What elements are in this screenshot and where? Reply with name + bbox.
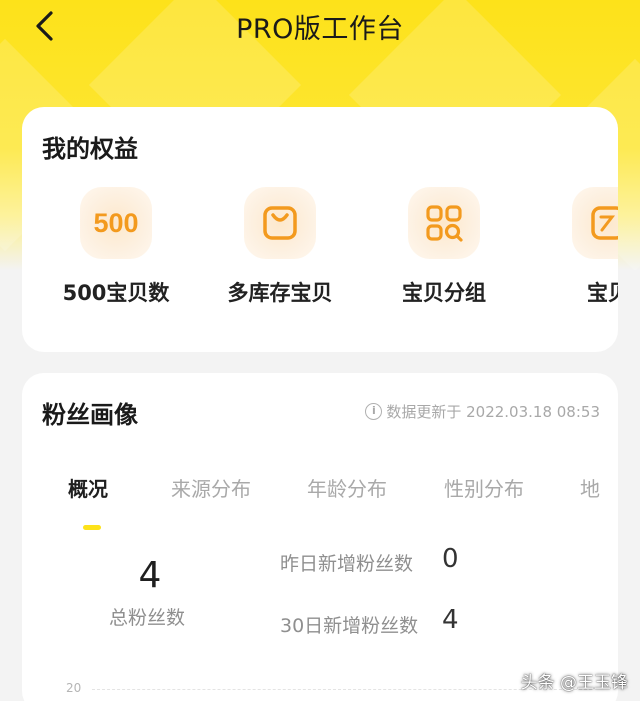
partial-icon [572,187,618,259]
fans-card: 粉丝画像 i 数据更新于 2022.03.18 08:53 概况 来源分布 年龄… [22,373,618,701]
total-fans-value: 4 [138,555,162,596]
tab-source[interactable]: 来源分布 [171,473,251,502]
benefits-title: 我的权益 [42,135,138,163]
update-text: 数据更新于 2022.03.18 08:53 [386,403,600,421]
tab-age[interactable]: 年龄分布 [307,473,387,502]
benefit-label: 多库存宝贝 [227,281,333,305]
benefit-label: 500宝贝数 [62,281,170,305]
chevron-left-icon [36,11,53,41]
update-time: i 数据更新于 2022.03.18 08:53 [365,401,600,422]
watermark: 头条 @王玉锋 [520,673,628,693]
tab-indicator [83,525,101,530]
shopping-bag-icon [244,187,316,259]
new-fans-30d-value: 4 [442,605,459,635]
back-button[interactable] [28,8,60,44]
page-title: PRO版工作台 [236,13,404,45]
nav-bar: PRO版工作台 [0,0,640,52]
grid-search-icon [408,187,480,259]
count-500-icon: 500 [80,187,152,259]
benefit-label: 宝贝 [587,281,618,305]
benefits-card: 我的权益 500 500宝贝数 多库存宝贝 宝贝分组 宝 [22,107,618,352]
tab-region[interactable]: 地 [580,473,600,502]
tab-gender[interactable]: 性别分布 [444,473,524,502]
new-fans-yesterday-value: 0 [442,544,459,574]
new-fans-30d-label: 30日新增粉丝数 [280,615,419,637]
chart-axis-tick: 20 [66,681,82,695]
benefit-multi-stock[interactable]: 多库存宝贝 [210,187,350,307]
benefit-label: 宝贝分组 [402,281,486,305]
benefits-list: 500 500宝贝数 多库存宝贝 宝贝分组 宝 [22,187,618,317]
chart-gridline [92,689,592,690]
benefit-partial[interactable]: 宝贝 [538,187,618,307]
info-icon: i [365,403,383,420]
fans-tabs: 概况 来源分布 年龄分布 性别分布 地 [22,473,618,513]
benefit-500-items[interactable]: 500 500宝贝数 [46,187,186,307]
new-fans-yesterday-label: 昨日新增粉丝数 [280,553,414,575]
benefit-item-groups[interactable]: 宝贝分组 [374,187,514,307]
total-fans-label: 总粉丝数 [109,607,186,629]
fans-title: 粉丝画像 [42,401,138,429]
tab-overview[interactable]: 概况 [68,473,108,502]
